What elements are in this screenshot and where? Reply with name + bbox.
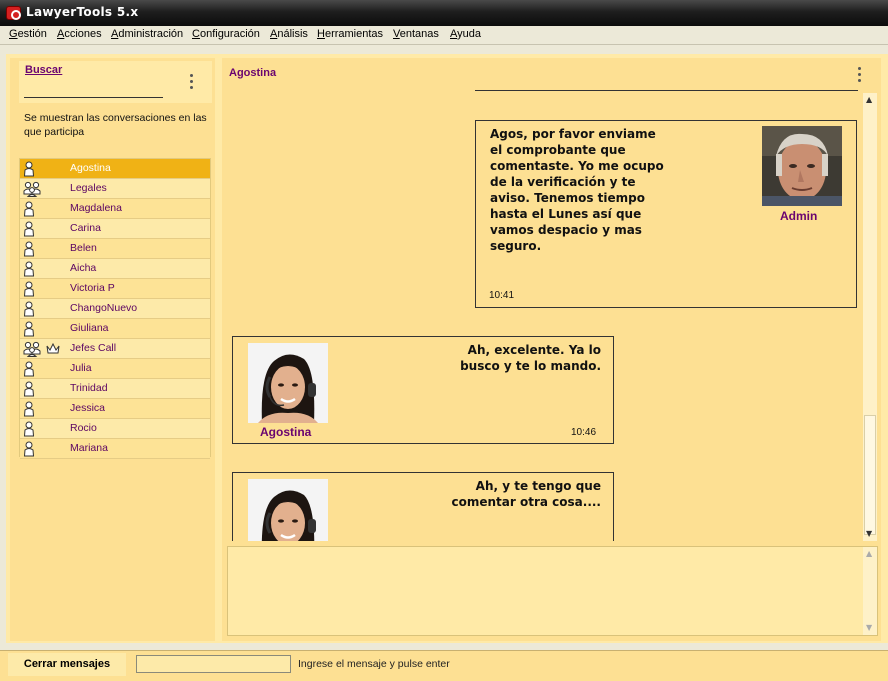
contact-item[interactable]: Aicha [20,259,210,279]
contact-name: Magdalena [70,202,122,214]
close-messages-button[interactable]: Cerrar mensajes [8,653,126,676]
divider [475,90,858,91]
contact-item[interactable]: Trinidad [20,379,210,399]
chat-options-icon[interactable] [858,67,862,85]
chat-title: Agostina [229,67,277,79]
message-bubble: Ah, excelente. Ya lo busco y te lo mando… [232,336,614,444]
contact-item[interactable]: Victoria P [20,279,210,299]
menu-gestion[interactable]: Gestión [9,28,47,40]
group-icon [23,341,41,357]
contact-list: Agostina Legales Magdalena Carina Belen Aicha… [19,158,211,459]
contact-name: Aicha [70,262,97,274]
menu-acciones[interactable]: Acciones [57,28,102,40]
person-icon [23,381,37,397]
contact-name: Belen [70,242,97,254]
message-text: Ah, y te tengo que comentar otra cosa...… [451,479,601,509]
message-time: 10:46 [571,427,597,438]
menu-bar: Gestión Acciones Administración Configur… [0,26,888,45]
menu-configuracion[interactable]: Configuración [192,28,260,40]
crown-icon [46,342,60,354]
search-label[interactable]: Buscar [25,64,62,76]
contact-item[interactable]: Jessica [20,399,210,419]
group-icon [23,181,41,197]
person-icon [23,361,37,377]
admin-avatar [762,126,842,206]
contact-item[interactable]: Belen [20,239,210,259]
person-icon [23,241,37,257]
person-icon [23,421,37,437]
contact-name: ChangoNuevo [70,302,138,314]
chat-scrollbar[interactable]: ▲ ▼ [863,93,877,541]
contact-name: Victoria P [70,282,115,294]
contact-name: Mariana [70,442,108,454]
contact-item[interactable]: ChangoNuevo [20,299,210,319]
menu-herramientas[interactable]: Herramientas [317,28,383,40]
contact-name: Carina [70,222,101,234]
person-icon [23,401,37,417]
scroll-up-icon[interactable]: ▲ [866,95,872,104]
agostina-avatar [248,343,328,423]
message-author: Admin [780,209,818,223]
status-field [136,655,291,673]
contact-item[interactable]: Agostina [20,159,210,179]
person-icon [23,221,37,237]
title-bar: LawyerTools 5.x [0,0,888,26]
message-author: Agostina [260,425,312,439]
menu-ayuda[interactable]: Ayuda [450,28,481,40]
person-icon [23,261,37,277]
search-input[interactable] [24,97,163,98]
message-bubble: Agos, por favor enviame el comprobante q… [475,120,857,308]
menu-administracion[interactable]: Administración [111,28,183,40]
message-text: Ah, excelente. Ya lo busco y te lo mando… [460,343,601,373]
scroll-thumb[interactable] [864,415,876,535]
person-icon [23,441,37,457]
scroll-down-icon[interactable]: ▼ [866,529,872,538]
contact-item[interactable]: Legales [20,179,210,199]
contact-item[interactable]: Rocio [20,419,210,439]
scroll-up-icon[interactable]: ▲ [866,549,872,558]
agostina-avatar [248,479,328,541]
person-icon [23,281,37,297]
input-scrollbar[interactable]: ▲ ▼ [863,547,877,635]
contact-name: Jefes Call [70,342,117,354]
contact-item[interactable]: Magdalena [20,199,210,219]
message-time: 10:41 [489,290,515,301]
search-description: Se muestran las conversaciones en las qu… [24,112,207,138]
person-icon [23,321,37,337]
person-icon [23,161,37,177]
app-logo-icon [6,6,21,20]
menu-analisis[interactable]: Análisis [270,28,308,40]
contact-item[interactable]: Carina [20,219,210,239]
contact-name: Giuliana [70,322,109,334]
message-list: Agos, por favor enviame el comprobante q… [227,93,863,541]
menu-ventanas[interactable]: Ventanas [393,28,439,40]
contact-name: Rocio [70,422,97,434]
message-input[interactable]: ▲ ▼ [227,546,878,636]
person-icon [23,301,37,317]
contact-item[interactable]: Mariana [20,439,210,459]
search-box: Buscar [19,61,212,103]
contact-name: Jessica [70,402,106,414]
message-bubble: Ah, y te tengo que comentar otra cosa...… [232,472,614,541]
contact-name: Agostina [70,162,111,174]
contact-item[interactable]: Giuliana [20,319,210,339]
message-text: Agos, por favor enviame el comprobante q… [490,127,664,253]
contact-item[interactable]: Jefes Call [20,339,210,359]
contact-name: Trinidad [70,382,108,394]
search-options-icon[interactable] [190,74,194,92]
contact-item[interactable]: Julia [20,359,210,379]
window-title: LawyerTools 5.x [26,5,139,19]
contact-name: Legales [70,182,107,194]
status-hint: Ingrese el mensaje y pulse enter [298,658,450,670]
scroll-down-icon[interactable]: ▼ [866,623,872,632]
person-icon [23,201,37,217]
contact-name: Julia [70,362,92,374]
